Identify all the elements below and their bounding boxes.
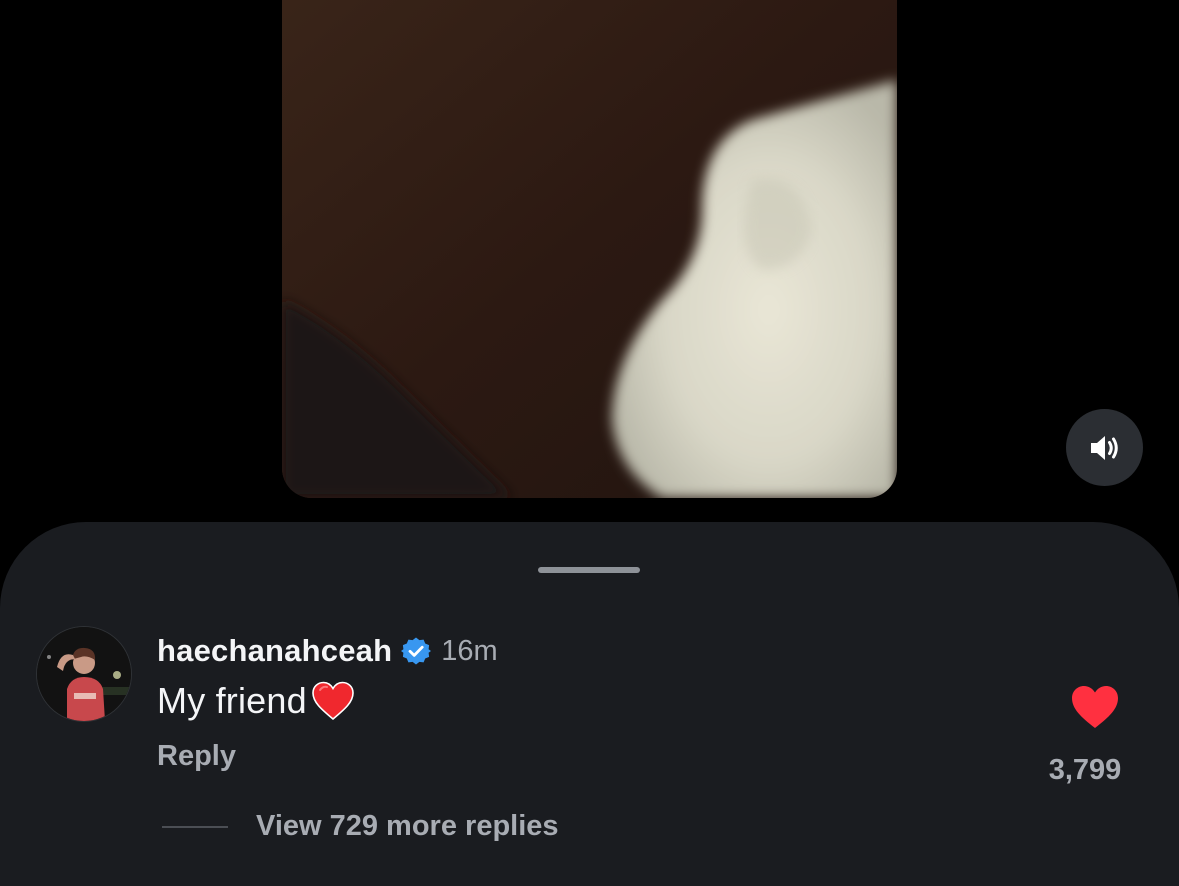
comment-text: My friend	[157, 680, 307, 721]
like-count: 3,799	[1048, 754, 1122, 786]
sheet-drag-handle[interactable]	[538, 567, 640, 573]
heart-filled-icon	[1072, 686, 1118, 728]
view-more-replies-label: View 729 more replies	[256, 810, 559, 842]
speaker-on-icon	[1090, 435, 1118, 460]
username-link[interactable]: haechanahceah	[157, 633, 392, 669]
verified-badge-icon	[401, 637, 432, 665]
replies-divider-line	[162, 825, 228, 828]
sound-toggle-button[interactable]	[1066, 409, 1143, 486]
comments-sheet: haechanahceah 16m My friend Reply 3,799 …	[0, 522, 1179, 886]
reply-button[interactable]: Reply	[157, 740, 236, 773]
avatar[interactable]	[36, 626, 132, 722]
profile-photo	[37, 627, 131, 721]
video-preview[interactable]	[282, 0, 897, 498]
comment-header: haechanahceah 16m	[157, 633, 498, 669]
video-frame-image	[282, 0, 897, 498]
comment-timestamp: 16m	[441, 634, 498, 667]
like-button[interactable]	[1070, 684, 1120, 730]
screen: haechanahceah 16m My friend Reply 3,799 …	[0, 0, 1179, 886]
red-heart-emoji-icon	[312, 681, 354, 721]
comment-body: My friend	[157, 680, 355, 722]
view-more-replies-button[interactable]: View 729 more replies	[162, 810, 559, 843]
